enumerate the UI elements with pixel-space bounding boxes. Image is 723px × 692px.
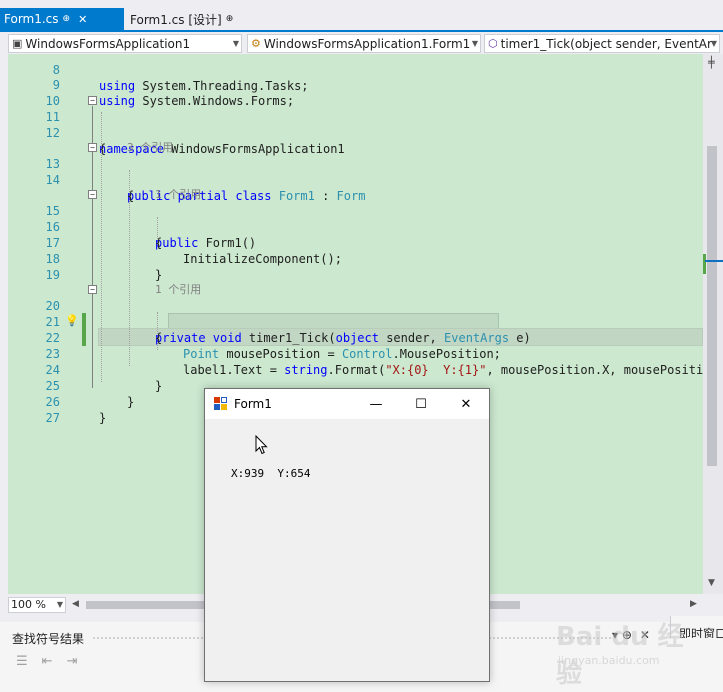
tab-label: Form1.cs — [4, 12, 59, 26]
document-tab-strip: Form1.cs ⊕ ✕ Form1.cs [设计] ⊕ — [0, 0, 723, 32]
code-line: 9 using System.Windows.Forms; — [52, 78, 295, 108]
change-marker — [703, 254, 706, 274]
form1-titlebar[interactable]: Form1 — ☐ ✕ — [205, 389, 489, 419]
baidu-watermark: Bai du 经验 jingyan.baidu.com — [556, 616, 686, 689]
codelens-references[interactable]: 1 个引用 — [8, 266, 703, 296]
panel-toolbar: ☰ ⇤ ⇥ — [16, 654, 77, 669]
caret-marker — [705, 260, 723, 262]
code-line: 14 { — [45, 173, 135, 203]
code-line: 23 label1.Text = string.Format("X:{0} Y:… — [45, 347, 703, 377]
member-dropdown-value: timer1_Tick(object sender, EventAr — [500, 36, 712, 51]
previous-icon[interactable]: ⇤ — [42, 654, 53, 669]
chevron-down-icon[interactable]: ▼ — [472, 35, 478, 52]
chevron-down-icon[interactable]: ▼ — [233, 35, 239, 52]
class-icon: ⚙ — [251, 37, 261, 50]
zoom-dropdown[interactable]: 100 % ▼ — [8, 597, 66, 613]
scroll-down-icon[interactable]: ▼ — [708, 578, 715, 588]
watermark-logo: Bai du 经验 — [556, 622, 684, 689]
code-line: 20 − private void timer1_Tick(object sen… — [45, 285, 531, 345]
class-dropdown[interactable]: ⚙ WindowsFormsApplication1.Form1 ▼ — [247, 34, 481, 53]
codelens-references[interactable]: 1 个引用 — [8, 171, 703, 201]
code-line: 16 { — [45, 220, 163, 250]
code-line: 19 — [45, 268, 60, 282]
watermark-url: jingyan.baidu.com — [558, 654, 660, 667]
tab-label: Form1.cs [设计] — [130, 12, 222, 27]
form1-title: Form1 — [234, 397, 272, 411]
chevron-down-icon[interactable]: ▼ — [711, 35, 717, 52]
collapse-icon[interactable]: − — [88, 285, 97, 294]
code-line: 18 } — [45, 252, 163, 282]
close-icon[interactable]: ✕ — [78, 13, 87, 26]
winforms-app-icon — [214, 397, 228, 411]
form1-window[interactable]: Form1 — ☐ ✕ X:939 Y:654 — [204, 388, 490, 682]
chevron-down-icon[interactable]: ▼ — [57, 598, 63, 612]
maximize-button[interactable]: ☐ — [398, 389, 444, 419]
collapse-icon[interactable]: − — [88, 96, 97, 105]
code-line: 15 − public Form1() — [45, 190, 257, 250]
tab-form1-design[interactable]: Form1.cs [设计] ⊕ — [126, 8, 246, 30]
class-dropdown-value: WindowsFormsApplication1.Form1 — [263, 36, 471, 51]
code-line: 12 { — [45, 126, 107, 156]
code-line: 22 Point mousePosition = Control.MousePo… — [45, 331, 501, 361]
code-line: 24 } — [45, 363, 163, 393]
mouse-cursor-icon — [255, 435, 268, 455]
collapse-icon[interactable]: − — [88, 143, 97, 152]
codelens-references[interactable]: 3 个引用 — [8, 124, 703, 154]
vertical-scrollbar[interactable]: ╪ ▼ — [703, 54, 723, 594]
pin-icon[interactable]: ⊕ — [63, 14, 71, 24]
code-line: 10 — [45, 94, 60, 108]
code-line: 21 { — [45, 315, 163, 345]
collapse-icon[interactable]: − — [88, 190, 97, 199]
project-dropdown[interactable]: ▣ WindowsFormsApplication1 ▼ — [8, 34, 242, 53]
scroll-left-icon[interactable]: ◀ — [72, 599, 79, 609]
pin-icon[interactable]: ⊕ — [226, 14, 234, 24]
scroll-right-icon[interactable]: ▶ — [690, 599, 697, 609]
minimize-button[interactable]: — — [353, 389, 399, 419]
panel-title: 查找符号结果 — [12, 632, 85, 646]
code-line: 17 InitializeComponent(); — [45, 236, 342, 266]
next-icon[interactable]: ⇥ — [67, 654, 78, 669]
code-line: 25 } — [45, 379, 135, 409]
list-icon[interactable]: ☰ — [16, 654, 28, 669]
code-line: 13 − public partial class Form1 : Form — [45, 143, 366, 203]
method-icon: ⬡ — [488, 37, 498, 50]
csharp-project-icon: ▣ — [12, 37, 23, 50]
split-editor-icon[interactable]: ╪ — [708, 56, 715, 69]
close-button[interactable]: ✕ — [443, 389, 489, 419]
zoom-value: 100 % — [11, 598, 46, 611]
code-line: 11 − namespace WindowsFormsApplication1 — [45, 96, 345, 156]
tab-form1-cs[interactable]: Form1.cs ⊕ ✕ — [0, 8, 124, 30]
member-dropdown[interactable]: ⬡ timer1_Tick(object sender, EventAr ▼ — [484, 34, 720, 53]
label1: X:939 Y:654 — [231, 467, 311, 480]
scrollbar-thumb[interactable] — [707, 146, 717, 466]
project-dropdown-value: WindowsFormsApplication1 — [25, 36, 191, 51]
navigation-bar: ▣ WindowsFormsApplication1 ▼ ⚙ WindowsFo… — [0, 32, 723, 54]
